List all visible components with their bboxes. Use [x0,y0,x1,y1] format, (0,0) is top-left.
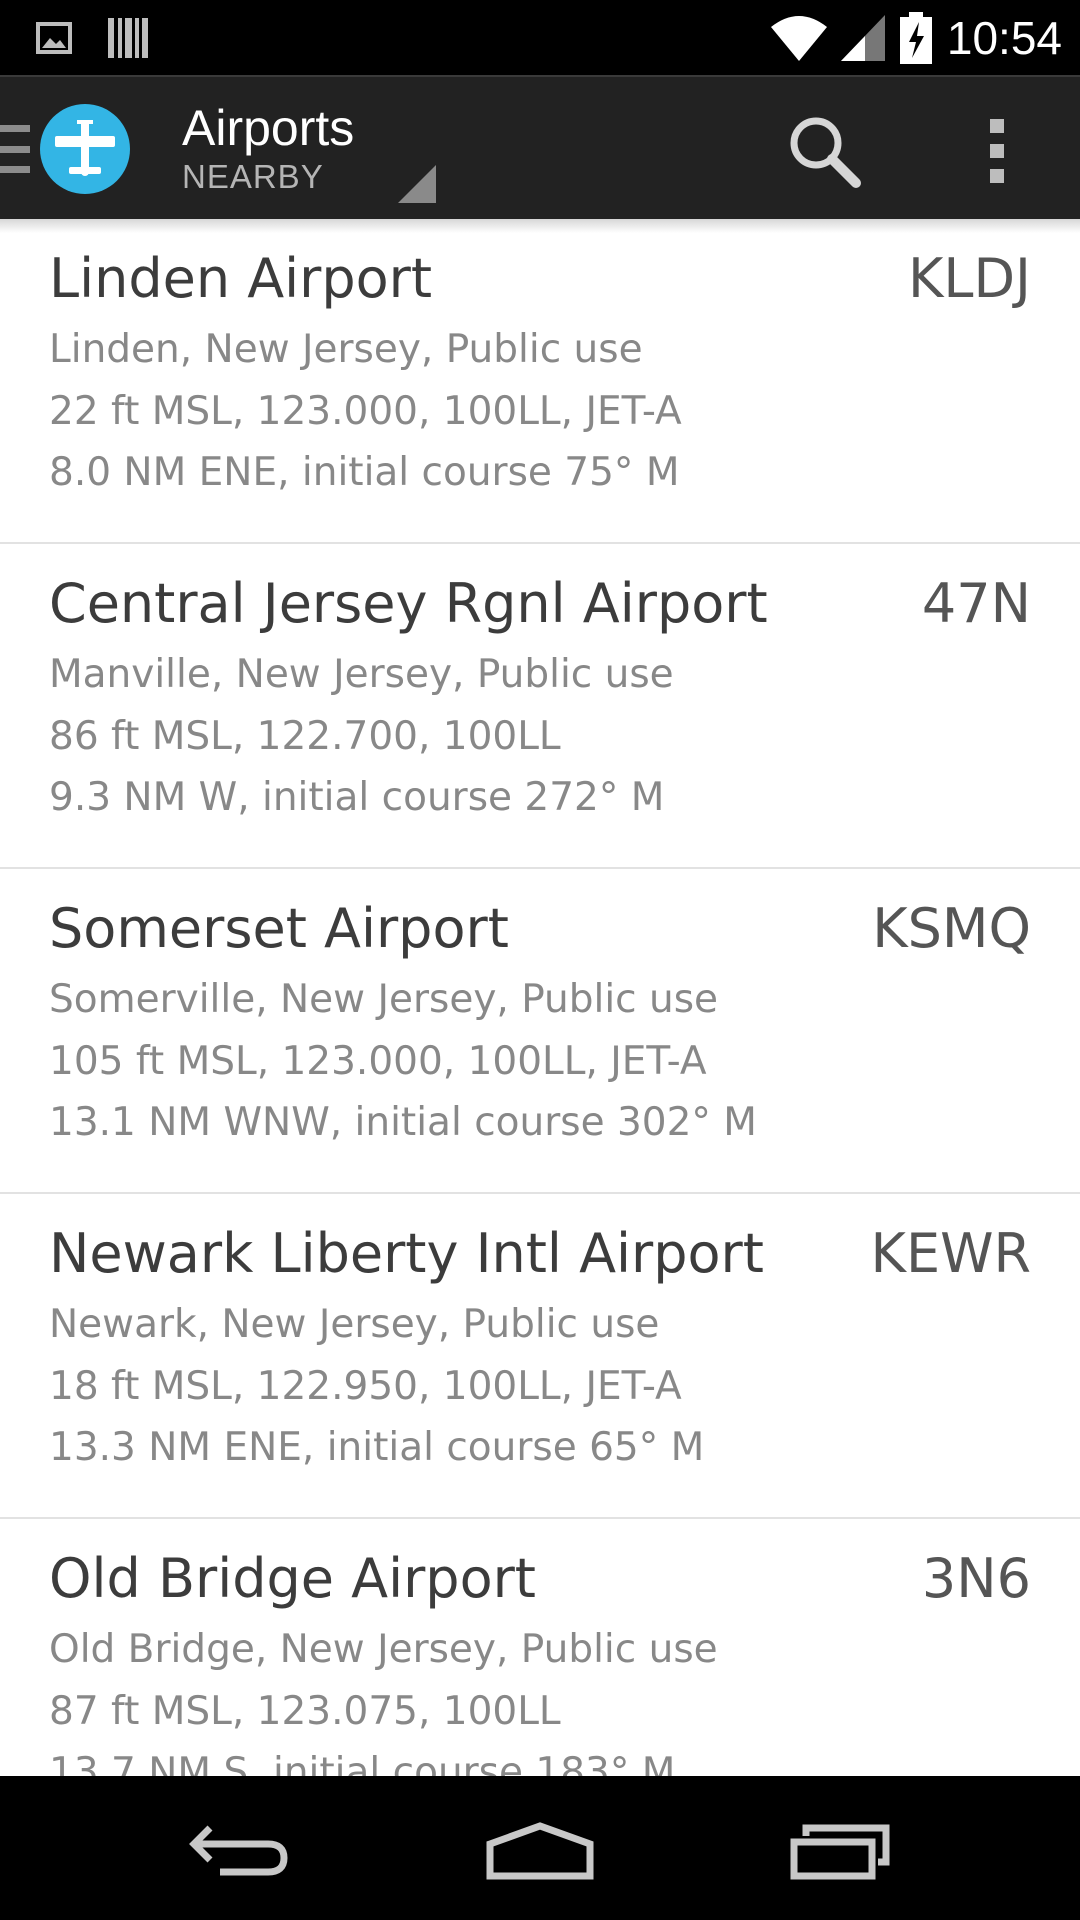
page-title: Airports [182,100,355,156]
airport-name: Old Bridge Airport [49,1547,536,1610]
action-bar: Airports NEARBY [0,75,1080,219]
airport-list[interactable]: Linden Airport KLDJ Linden, New Jersey, … [0,219,1080,1776]
airport-distance: 13.7 NM S, initial course 183° M [49,1750,676,1776]
airport-location: Somerville, New Jersey, Public use [49,977,719,1022]
airport-distance: 9.3 NM W, initial course 272° M [49,775,665,820]
navigation-bar [0,1776,1080,1920]
overflow-menu-icon[interactable] [975,113,1019,189]
back-icon[interactable] [180,1806,300,1890]
home-icon[interactable] [480,1806,600,1890]
list-item[interactable]: Old Bridge Airport 3N6 Old Bridge, New J… [0,1519,1080,1776]
title-spinner[interactable]: Airports NEARBY [182,99,354,197]
airport-code: 47N [921,572,1031,635]
list-item[interactable]: Central Jersey Rgnl Airport 47N Manville… [0,544,1080,869]
airport-details: 18 ft MSL, 122.950, 100LL, JET-A [49,1364,682,1409]
airport-name: Somerset Airport [49,897,509,960]
status-clock: 10:54 [946,12,1062,64]
airport-location: Newark, New Jersey, Public use [49,1302,660,1347]
airport-name: Newark Liberty Intl Airport [49,1222,764,1285]
airport-details: 22 ft MSL, 123.000, 100LL, JET-A [49,389,682,434]
image-notification-icon [36,22,72,54]
recents-icon[interactable] [780,1806,900,1890]
airport-distance: 13.3 NM ENE, initial course 65° M [49,1425,705,1470]
airport-code: KSMQ [872,897,1031,960]
airport-details: 87 ft MSL, 123.075, 100LL [49,1689,561,1734]
signal-icon [840,15,885,61]
wifi-icon [770,16,827,61]
airport-location: Old Bridge, New Jersey, Public use [49,1627,718,1672]
list-item[interactable]: Linden Airport KLDJ Linden, New Jersey, … [0,219,1080,544]
page-subtitle: NEARBY [182,158,324,195]
status-bar: 10:54 [0,0,1080,75]
battery-charging-icon [899,12,932,64]
airport-distance: 8.0 NM ENE, initial course 75° M [49,450,680,495]
barcode-notification-icon [108,18,148,58]
airport-location: Linden, New Jersey, Public use [49,327,643,372]
airport-details: 86 ft MSL, 122.700, 100LL [49,714,561,759]
airport-name: Central Jersey Rgnl Airport [49,572,768,635]
airplane-icon [55,120,115,176]
airport-details: 105 ft MSL, 123.000, 100LL, JET-A [49,1039,707,1084]
airport-code: KLDJ [907,247,1031,310]
drawer-icon[interactable] [0,125,30,173]
list-item[interactable]: Newark Liberty Intl Airport KEWR Newark,… [0,1194,1080,1519]
airport-name: Linden Airport [49,247,433,310]
airplane-app-icon[interactable] [40,104,130,194]
airport-code: 3N6 [921,1547,1031,1610]
airport-distance: 13.1 NM WNW, initial course 302° M [49,1100,757,1145]
airport-location: Manville, New Jersey, Public use [49,652,674,697]
list-item[interactable]: Somerset Airport KSMQ Somerville, New Je… [0,869,1080,1194]
search-icon[interactable] [786,113,862,189]
airport-code: KEWR [870,1222,1031,1285]
spinner-arrow-icon[interactable] [398,165,436,203]
